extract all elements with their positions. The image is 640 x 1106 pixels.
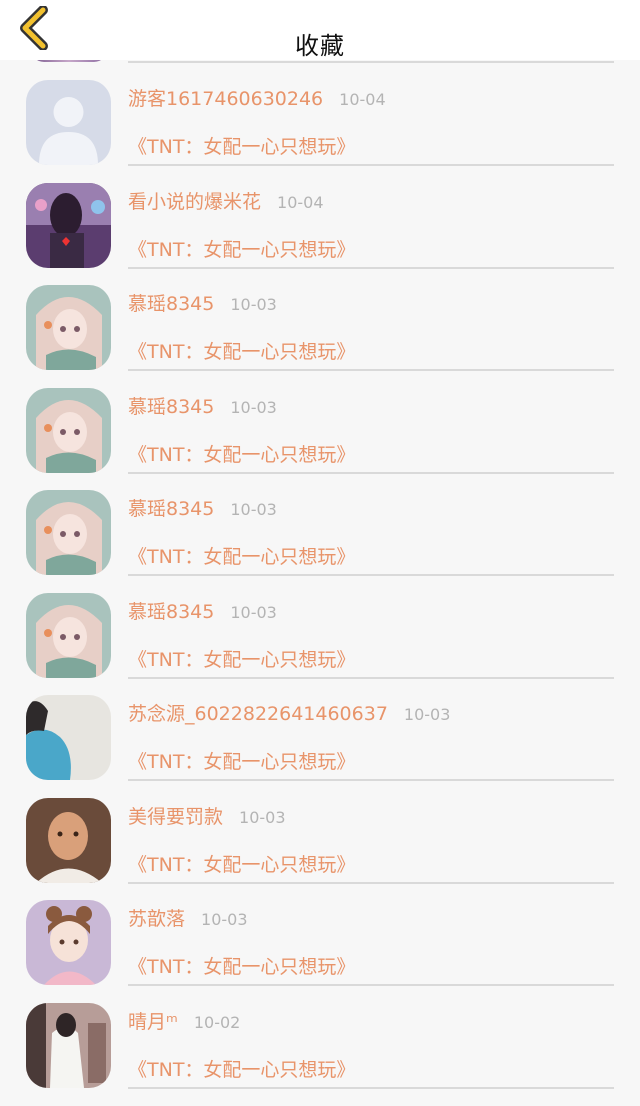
- timestamp: 10-03: [201, 910, 248, 929]
- nav-header: 收藏: [0, 0, 640, 60]
- divider: [128, 472, 614, 474]
- book-title-link[interactable]: 《TNT：女配一心只想玩》: [128, 747, 355, 774]
- divider: [128, 369, 614, 371]
- username[interactable]: 游客1617460630246: [128, 88, 323, 110]
- book-title-link[interactable]: 《TNT：女配一心只想玩》: [128, 337, 355, 364]
- username[interactable]: 晴月ᵐ: [128, 1011, 178, 1033]
- username[interactable]: 慕瑶8345: [128, 498, 214, 520]
- timestamp: 10-04: [277, 193, 324, 212]
- divider: [128, 984, 614, 986]
- timestamp: 10-03: [230, 603, 277, 622]
- man-photo-avatar[interactable]: [26, 798, 111, 883]
- username[interactable]: 美得要罚款: [128, 806, 223, 828]
- anime-girl-avatar[interactable]: [26, 388, 111, 473]
- timestamp: 10-03: [230, 295, 277, 314]
- illustrated-girl-avatar[interactable]: [26, 900, 111, 985]
- timestamp: 10-03: [230, 500, 277, 519]
- list-item[interactable]: 慕瑶8345 10-03 《TNT：女配一心只想玩》: [0, 593, 640, 696]
- timestamp: 10-04: [339, 90, 386, 109]
- divider: [128, 677, 614, 679]
- default-person-avatar[interactable]: [26, 80, 111, 165]
- anime-girl-avatar[interactable]: [26, 285, 111, 370]
- username[interactable]: 苏念源_6022822641460637: [128, 703, 388, 725]
- page-title: 收藏: [295, 32, 345, 60]
- list-item[interactable]: 游客1617460630246 10-04 《TNT：女配一心只想玩》: [0, 80, 640, 183]
- list-item[interactable]: 苏歆落 10-03 《TNT：女配一心只想玩》: [0, 900, 640, 1003]
- timestamp: 10-03: [239, 808, 286, 827]
- divider: [128, 61, 614, 63]
- book-title-link[interactable]: 《TNT：女配一心只想玩》: [128, 1055, 355, 1082]
- divider: [128, 267, 614, 269]
- list-item[interactable]: 苏念源_6022822641460637 10-03 《TNT：女配一心只想玩》: [0, 695, 640, 798]
- divider: [128, 1087, 614, 1089]
- blue-shirt-avatar[interactable]: [26, 695, 111, 780]
- purple-photo-avatar[interactable]: [26, 183, 111, 268]
- timestamp: 10-03: [403, 705, 451, 724]
- book-title-link[interactable]: 《TNT：女配一心只想玩》: [128, 952, 355, 979]
- list-item[interactable]: 看小说的爆米花 10-04 《TNT：女配一心只想玩》: [0, 183, 640, 286]
- anime-girl-avatar[interactable]: [26, 593, 111, 678]
- mirror-selfie-avatar[interactable]: [26, 1003, 111, 1088]
- timestamp: 10-02: [193, 1013, 241, 1032]
- username[interactable]: 慕瑶8345: [128, 293, 214, 315]
- divider: [128, 882, 614, 884]
- timestamp: 10-03: [230, 398, 277, 417]
- book-title-link[interactable]: 《TNT：女配一心只想玩》: [128, 542, 355, 569]
- divider: [128, 574, 614, 576]
- list-item[interactable]: 慕瑶8345 10-03 《TNT：女配一心只想玩》: [0, 388, 640, 491]
- list-item[interactable]: 慕瑶8345 10-03 《TNT：女配一心只想玩》: [0, 490, 640, 593]
- divider: [128, 779, 614, 781]
- book-title-link[interactable]: 《TNT：女配一心只想玩》: [128, 132, 355, 159]
- list-item[interactable]: 慕瑶8345 10-03 《TNT：女配一心只想玩》: [0, 285, 640, 388]
- book-title-link[interactable]: 《TNT：女配一心只想玩》: [128, 440, 355, 467]
- book-title-link[interactable]: 《TNT：女配一心只想玩》: [128, 645, 355, 672]
- username[interactable]: 苏歆落: [128, 908, 185, 930]
- book-title-link[interactable]: 《TNT：女配一心只想玩》: [128, 235, 355, 262]
- list-item[interactable]: 美得要罚款 10-03 《TNT：女配一心只想玩》: [0, 798, 640, 901]
- username[interactable]: 看小说的爆米花: [128, 191, 261, 213]
- list-item[interactable]: 晴月ᵐ 10-02 《TNT：女配一心只想玩》: [0, 1003, 640, 1106]
- username[interactable]: 慕瑶8345: [128, 601, 214, 623]
- book-title-link[interactable]: 《TNT：女配一心只想玩》: [128, 850, 355, 877]
- anime-girl-avatar[interactable]: [26, 490, 111, 575]
- username[interactable]: 慕瑶8345: [128, 396, 214, 418]
- divider: [128, 164, 614, 166]
